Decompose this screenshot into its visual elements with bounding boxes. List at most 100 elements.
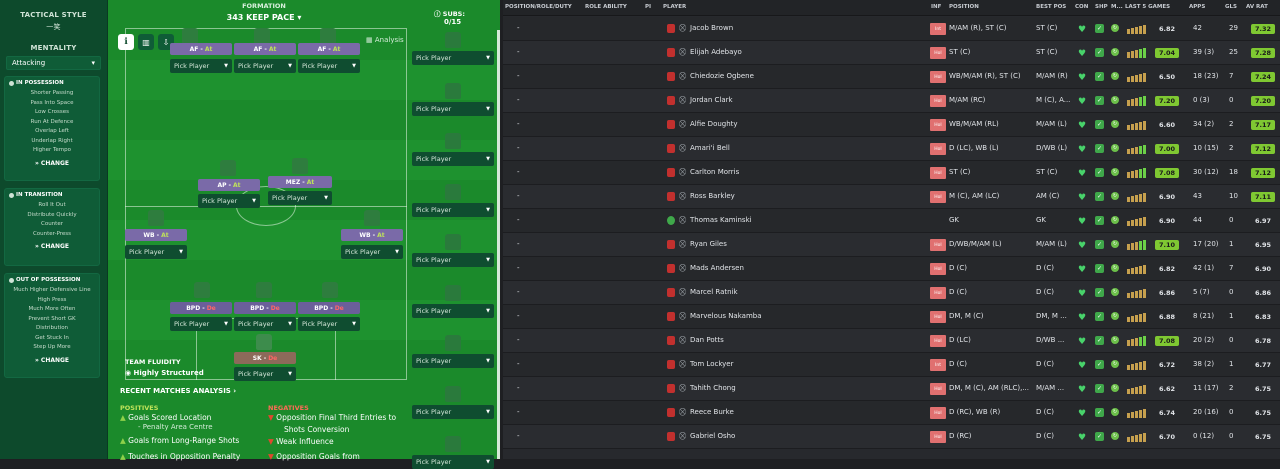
pick-player-dropdown[interactable]: Pick Player ▼ bbox=[268, 191, 332, 205]
mentality-dropdown[interactable]: Attacking ▾ bbox=[6, 56, 101, 70]
col-header[interactable]: CON bbox=[1075, 4, 1088, 10]
col-header[interactable]: POSITION/ROLE/DUTY bbox=[505, 4, 572, 10]
tactical-style-name[interactable]: 一笑 bbox=[0, 22, 107, 32]
role-af-1[interactable]: AF - At bbox=[170, 43, 232, 55]
role-af-3[interactable]: AF - At bbox=[298, 43, 360, 55]
info-icon[interactable]: ℹ bbox=[118, 34, 134, 50]
table-row[interactable]: - ⛒ Tom Lockyer Int D (C) D (C) ♥ ✓ ↻ 6.72 38 (2) 1… bbox=[503, 353, 1280, 377]
col-header[interactable]: PI bbox=[645, 4, 651, 10]
player-name[interactable]: Elijah Adebayo bbox=[690, 48, 742, 56]
role-af-2[interactable]: AF - At bbox=[234, 43, 296, 55]
col-header[interactable]: INF bbox=[931, 4, 941, 10]
player-flag-icon: ⛒ bbox=[679, 312, 687, 320]
table-row[interactable]: - ⛒ Mads Andersen Hol D (C) D (C) ♥ ✓ ↻ 6.82 42 (1… bbox=[503, 257, 1280, 281]
table-row[interactable]: - ⛒ Jordan Clark Hol M/AM (RC) M (C), A... ♥ ✓ ↻… bbox=[503, 89, 1280, 113]
pick-player-dropdown[interactable]: Pick Player ▼ bbox=[341, 245, 403, 259]
table-row[interactable]: - ⛒ Chiedozie Ogbene Hol WB/M/AM (R), ST (C)… bbox=[503, 65, 1280, 89]
col-header[interactable]: M... bbox=[1111, 4, 1123, 10]
change-in-possession-button[interactable]: » CHANGE bbox=[5, 160, 99, 167]
col-header[interactable]: BEST POS bbox=[1036, 4, 1066, 10]
role-sk[interactable]: SK - De bbox=[234, 352, 296, 364]
pick-player-dropdown[interactable]: Pick Player ▼ bbox=[198, 194, 260, 208]
last-5-games-bars bbox=[1127, 96, 1146, 106]
table-row[interactable]: - ⛒ Elijah Adebayo Hol ST (C) ST (C) ♥ ✓ ↻ 7.04 39… bbox=[503, 41, 1280, 65]
sub-pick-player-dropdown[interactable]: Pick Player ▼ bbox=[412, 354, 494, 368]
player-name[interactable]: Chiedozie Ogbene bbox=[690, 72, 754, 80]
role-bpd-2[interactable]: BPD - De bbox=[234, 302, 296, 314]
change-in-transition-button[interactable]: » CHANGE bbox=[5, 243, 99, 250]
table-row[interactable]: - ⛒ Amari'i Bell Hol D (LC), WB (L) D/WB (L) ♥… bbox=[503, 137, 1280, 161]
positive-text: Goals from Long-Range Shots bbox=[128, 436, 240, 445]
formation-dropdown[interactable]: 343 KEEP PACE ▾ bbox=[208, 13, 320, 22]
player-name[interactable]: Marcel Ratnik bbox=[690, 288, 738, 296]
table-row[interactable]: - ⛒ Jacob Brown Int M/AM (R), ST (C) ST (C) ♥ ✓… bbox=[503, 17, 1280, 41]
sub-pick-player-dropdown[interactable]: Pick Player ▼ bbox=[412, 253, 494, 267]
sub-pick-player-dropdown[interactable]: Pick Player ▼ bbox=[412, 303, 494, 318]
tactical-style-label: TACTICAL STYLE bbox=[20, 11, 87, 19]
pick-player-dropdown[interactable]: Pick Player ▼ bbox=[298, 317, 360, 331]
table-row[interactable]: - ⛒ Ryan Giles Hol D/WB/M/AM (L) M/AM (L) ♥ ✓ ↻ 7… bbox=[503, 233, 1280, 257]
col-header[interactable]: ROLE ABILITY bbox=[585, 4, 627, 10]
match-rating-badge: 6.82 bbox=[1158, 265, 1176, 273]
player-name[interactable]: Ryan Giles bbox=[690, 240, 727, 248]
bar-chart-icon[interactable]: ▥ bbox=[138, 34, 154, 50]
table-row[interactable]: - ⛒ Gabriel Osho Hol D (RC) D (C) ♥ ✓ ↻ 6.70 0 (12… bbox=[503, 425, 1280, 449]
role-bpd-3[interactable]: BPD - De bbox=[298, 302, 360, 314]
player-name[interactable]: Jacob Brown bbox=[690, 24, 733, 32]
recent-matches-analysis-link[interactable]: RECENT MATCHES ANALYSIS › bbox=[120, 387, 236, 395]
col-header[interactable]: PLAYER bbox=[663, 4, 686, 10]
col-header[interactable]: APPS bbox=[1189, 4, 1205, 10]
table-row[interactable]: - ⛒ Marcel Ratnik Hol D (C) D (C) ♥ ✓ ↻ 6.86 5 (7)… bbox=[503, 281, 1280, 305]
col-header[interactable]: GLS bbox=[1225, 4, 1237, 10]
role-wb-right[interactable]: WB - At bbox=[341, 229, 403, 241]
col-header[interactable]: LAST 5 GAMES bbox=[1125, 4, 1170, 10]
player-name[interactable]: Tom Lockyer bbox=[690, 360, 733, 368]
col-header[interactable]: AV RAT bbox=[1246, 4, 1268, 10]
pick-player-dropdown[interactable]: Pick Player ▼ bbox=[234, 367, 296, 381]
player-name[interactable]: Marvelous Nakamba bbox=[690, 312, 762, 320]
player-name[interactable]: Dan Potts bbox=[690, 336, 724, 344]
sub-pick-player-dropdown[interactable]: Pick Player ▼ bbox=[412, 152, 494, 166]
role-wb-left[interactable]: WB - At bbox=[125, 229, 187, 241]
player-name[interactable]: Reece Burke bbox=[690, 408, 734, 416]
position-text: DM, M (C) bbox=[949, 312, 984, 320]
sub-pick-player-dropdown[interactable]: Pick Player ▼ bbox=[412, 51, 494, 65]
pick-player-dropdown[interactable]: Pick Player ▼ bbox=[170, 317, 232, 331]
col-header[interactable]: SHP bbox=[1095, 4, 1108, 10]
table-row[interactable]: - ⛒ Thomas Kaminski GK GK ♥ ✓ ↻ 6.90 44 0 6.97 bbox=[503, 209, 1280, 233]
player-name[interactable]: Thomas Kaminski bbox=[690, 216, 752, 224]
pick-player-dropdown[interactable]: Pick Player ▼ bbox=[298, 59, 360, 73]
morale-icon: ↻ bbox=[1111, 168, 1119, 176]
sub-pick-player-dropdown[interactable]: Pick Player ▼ bbox=[412, 404, 494, 419]
player-name[interactable]: Gabriel Osho bbox=[690, 432, 735, 440]
change-out-of-possession-button[interactable]: » CHANGE bbox=[5, 357, 99, 364]
role-bpd-1[interactable]: BPD - De bbox=[170, 302, 232, 314]
pick-player-dropdown[interactable]: Pick Player ▼ bbox=[125, 245, 187, 259]
player-name[interactable]: Amari'i Bell bbox=[690, 144, 730, 152]
table-row[interactable]: - ⛒ Ross Barkley Hol M (C), AM (LC) AM (C) ♥ ✓ ↻… bbox=[503, 185, 1280, 209]
role-ap[interactable]: AP - At bbox=[198, 179, 260, 191]
table-row[interactable]: - ⛒ Dan Potts Hol D (LC) D/WB ... ♥ ✓ ↻ 7.08 20 (2… bbox=[503, 329, 1280, 353]
pick-player-dropdown[interactable]: Pick Player ▼ bbox=[234, 317, 296, 331]
player-name[interactable]: Jordan Clark bbox=[690, 96, 733, 104]
sub-pick-player-dropdown[interactable]: Pick Player ▼ bbox=[412, 101, 494, 116]
table-row[interactable]: - ⛒ Marvelous Nakamba Hol DM, M (C) DM, M ...… bbox=[503, 305, 1280, 329]
player-name[interactable]: Alfie Doughty bbox=[690, 120, 738, 128]
double-chevron-icon: » bbox=[34, 356, 39, 364]
player-name[interactable]: Ross Barkley bbox=[690, 192, 735, 200]
player-name[interactable]: Tahith Chong bbox=[690, 384, 736, 392]
table-row[interactable]: - ⛒ Carlton Morris Hol ST (C) ST (C) ♥ ✓ ↻ 7.08 30… bbox=[503, 161, 1280, 185]
pick-player-dropdown[interactable]: Pick Player ▼ bbox=[170, 59, 232, 73]
table-row[interactable]: - ⛒ Tahith Chong Hol DM, M (C), AM (RLC),...… bbox=[503, 377, 1280, 401]
pick-player-dropdown[interactable]: Pick Player ▼ bbox=[234, 59, 296, 73]
role-mez[interactable]: MEZ - At bbox=[268, 176, 332, 188]
col-header[interactable]: POSITION bbox=[949, 4, 979, 10]
sub-pick-player-dropdown[interactable]: Pick Player ▼ bbox=[412, 202, 494, 217]
table-row[interactable]: - ⛒ Reece Burke Hol D (RC), WB (R) D (C) ♥ ✓ ↻ 6.… bbox=[503, 401, 1280, 425]
sub-pick-player-dropdown[interactable]: Pick Player ▼ bbox=[412, 455, 494, 469]
player-name[interactable]: Carlton Morris bbox=[690, 168, 739, 176]
table-row[interactable]: - ⛒ Alfie Doughty Hol WB/M/AM (RL) M/AM (L) ♥ ✓… bbox=[503, 113, 1280, 137]
player-name[interactable]: Mads Andersen bbox=[690, 264, 744, 272]
analysis-toggle[interactable]: ▦ Analysis bbox=[366, 36, 404, 44]
scrollbar[interactable] bbox=[497, 30, 500, 459]
